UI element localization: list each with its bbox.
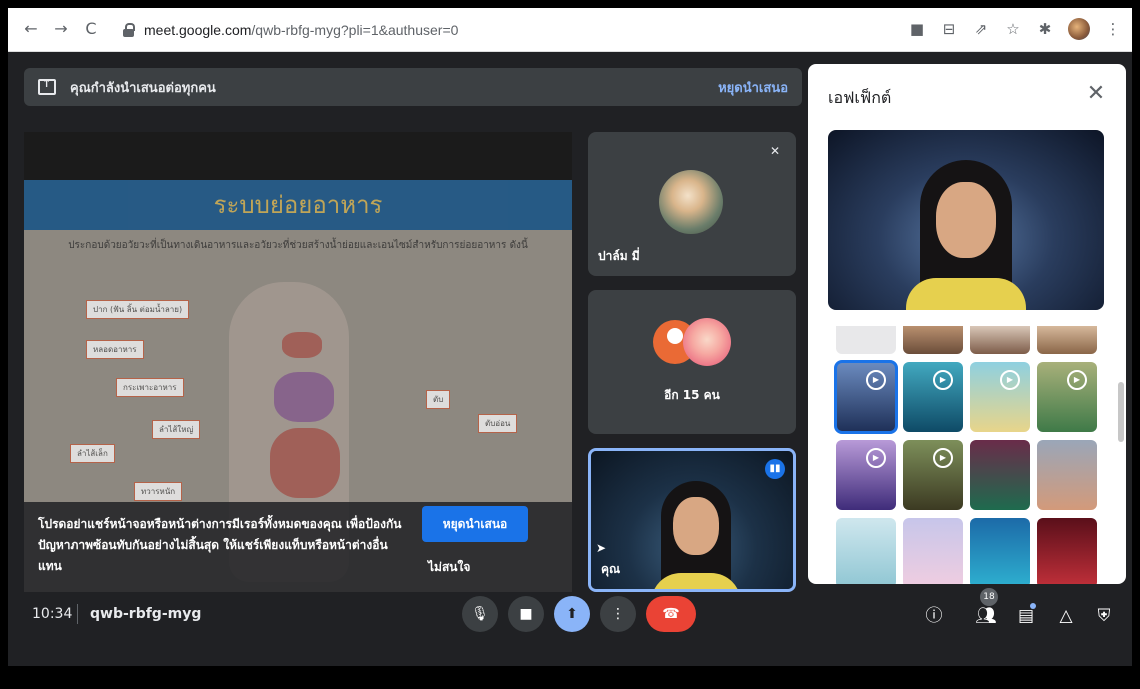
close-icon[interactable]: ✕: [1084, 82, 1108, 106]
mic-button[interactable]: 🎙︎: [462, 596, 498, 632]
organ-label: ลำไส้ใหญ่: [152, 420, 201, 439]
star-icon[interactable]: ☆: [1004, 20, 1022, 38]
effect-thumbnail[interactable]: [970, 440, 1030, 510]
present-button[interactable]: ⬆: [554, 596, 590, 632]
avatar: [683, 318, 731, 366]
presenting-banner: คุณกำลังนำเสนอต่อทุกคน หยุดนำเสนอ: [24, 68, 802, 106]
participant-name: ปาล์ม มี่: [598, 249, 640, 263]
effect-thumbnail[interactable]: [836, 326, 896, 354]
self-name: คุณ: [601, 562, 621, 576]
activities-icon[interactable]: △: [1054, 604, 1078, 628]
warning-text: โปรดอย่าแชร์หน้าจอหรือหน้าต่างการมีเรอร์…: [38, 517, 402, 573]
present-screen-icon: ⬆: [566, 606, 578, 622]
slide-subtitle: ประกอบด้วยอวัยวะที่เป็นทางเดินอาหารและอว…: [68, 240, 528, 251]
effect-thumbnail[interactable]: ▶: [903, 362, 963, 432]
effects-title: เอฟเฟ็กต์: [828, 88, 892, 107]
presenting-text: คุณกำลังนำเสนอต่อทุกคน: [70, 80, 216, 96]
share-icon[interactable]: ⇗: [972, 20, 990, 38]
stop-presenting-link[interactable]: หยุดนำเสนอ: [718, 77, 788, 98]
slide-title: ระบบย่อยอาหาร: [24, 180, 572, 230]
effect-thumbnail[interactable]: [1037, 440, 1097, 510]
play-icon: ▶: [866, 448, 886, 468]
avatar-group: [653, 318, 733, 366]
mouse-cursor-icon: ➤: [596, 541, 607, 555]
effect-thumbnail[interactable]: ▶: [903, 440, 963, 510]
effect-thumbnail[interactable]: ▶: [970, 362, 1030, 432]
organ-label: ปาก (ฟัน ลิ้น ต่อมน้ำลาย): [86, 300, 190, 319]
organ-label: ลำไส้เล็ก: [70, 444, 115, 463]
organ-label: ตับ: [426, 390, 451, 409]
effect-thumbnail[interactable]: [1037, 518, 1097, 584]
shared-screen: ระบบย่อยอาหาร ประกอบด้วยอวัยวะที่เป็นทาง…: [24, 132, 572, 592]
effect-thumbnail[interactable]: ▶: [836, 440, 896, 510]
info-icon[interactable]: ⓘ: [922, 604, 946, 628]
more-participants-label: อีก 15 คน: [664, 388, 720, 402]
effect-thumbnail-selected[interactable]: ▶: [834, 360, 898, 434]
others-tile[interactable]: อีก 15 คน: [588, 290, 796, 434]
mirror-warning: โปรดอย่าแชร์หน้าจอหรือหน้าต่างการมีเรอร์…: [24, 502, 572, 592]
leave-call-button[interactable]: ☎: [646, 596, 696, 632]
url-text[interactable]: meet.google.com/qwb-rbfg-myg?pli=1&authu…: [144, 22, 458, 38]
notification-dot: [1030, 603, 1036, 609]
effect-thumbnail[interactable]: [903, 326, 963, 354]
clock-time: 10:34: [32, 606, 73, 622]
effect-thumbnail[interactable]: [970, 518, 1030, 584]
back-button[interactable]: ←: [22, 20, 40, 38]
more-options-button[interactable]: ⋮: [600, 596, 636, 632]
effect-thumbnail[interactable]: [903, 518, 963, 584]
play-icon: ▶: [1000, 370, 1020, 390]
browser-toolbar: ← → C meet.google.com/qwb-rbfg-myg?pli=1…: [8, 8, 1132, 52]
browser-window: ← → C meet.google.com/qwb-rbfg-myg?pli=1…: [6, 6, 1134, 666]
camera-button[interactable]: ■: [508, 596, 544, 632]
meet-main: คุณกำลังนำเสนอต่อทุกคน หยุดนำเสนอ ระบบย่…: [8, 52, 1132, 666]
effect-thumbnail[interactable]: [836, 518, 896, 584]
participant-tile[interactable]: ✕ ปาล์ม มี่: [588, 132, 796, 276]
mic-off-icon: ✕: [770, 144, 781, 158]
mic-icon: 🎙︎: [471, 606, 489, 622]
play-icon: ▶: [933, 448, 953, 468]
play-icon: ▶: [1067, 370, 1087, 390]
camera-icon: ■: [519, 606, 533, 622]
host-controls-icon[interactable]: ⛨: [1092, 604, 1116, 628]
play-icon: ▶: [933, 370, 953, 390]
camera-icon[interactable]: ■: [908, 20, 926, 38]
organ-label: กระเพาะอาหาร: [116, 378, 184, 397]
organ-label: ทวารหนัก: [134, 482, 183, 501]
avatar: [659, 170, 723, 234]
self-video: [591, 451, 793, 589]
more-vert-icon: ⋮: [611, 606, 625, 622]
effect-preview: [828, 130, 1104, 310]
people-icon[interactable]: 👥︎: [974, 604, 998, 628]
organ-label: ตับอ่อน: [478, 414, 518, 433]
speaking-indicator-icon: ▮▮: [765, 459, 785, 479]
effects-scrollbar[interactable]: [1118, 382, 1124, 442]
hang-up-icon: ☎: [662, 606, 680, 622]
reload-button[interactable]: C: [82, 20, 100, 38]
forward-button[interactable]: →: [52, 20, 70, 38]
effects-panel: เอฟเฟ็กต์ ✕ ▶ ▶ ▶ ▶ ▶ ▶: [808, 64, 1126, 584]
stop-presenting-button[interactable]: หยุดนำเสนอ: [422, 506, 528, 542]
profile-avatar[interactable]: [1068, 18, 1090, 40]
meeting-code[interactable]: qwb-rbfg-myg: [90, 606, 201, 622]
address-bar[interactable]: meet.google.com/qwb-rbfg-myg?pli=1&authu…: [116, 15, 916, 45]
extensions-icon[interactable]: ✱: [1036, 20, 1054, 38]
self-tile[interactable]: ▮▮ ➤ คุณ: [588, 448, 796, 592]
effect-thumbnail[interactable]: [1037, 326, 1097, 354]
lock-icon[interactable]: [122, 23, 136, 37]
translate-icon[interactable]: ⊟: [940, 20, 958, 38]
dismiss-button[interactable]: ไม่สนใจ: [428, 558, 470, 577]
menu-icon[interactable]: ⋮: [1104, 20, 1122, 38]
play-icon: ▶: [866, 370, 886, 390]
organ-label: หลอดอาหาร: [86, 340, 144, 359]
browser-actions: ■ ⊟ ⇗ ☆ ✱ ⋮: [908, 18, 1122, 40]
present-icon: [38, 77, 56, 95]
effect-thumbnail[interactable]: ▶: [1037, 362, 1097, 432]
effect-thumbnail[interactable]: [970, 326, 1030, 354]
